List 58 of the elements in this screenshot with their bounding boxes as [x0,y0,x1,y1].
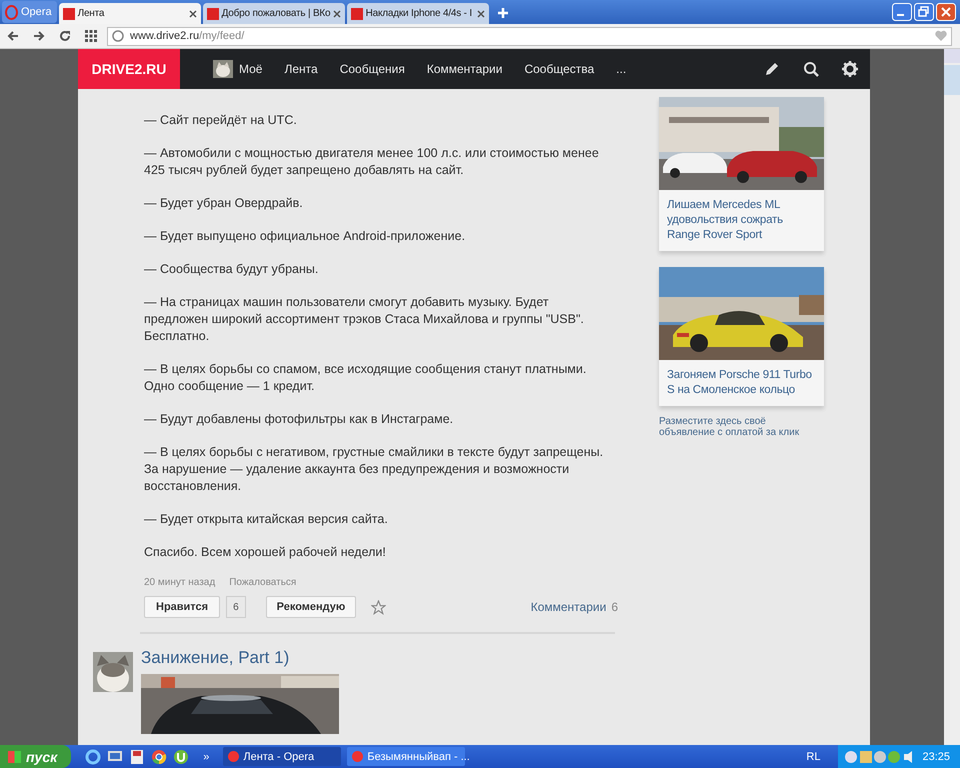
post-paragraph: Спасибо. Всем хорошей рабочей недели! [144,544,387,561]
taskbar-button[interactable]: Лента - Opera [223,747,342,766]
comments-link[interactable]: Комментарии [530,600,606,614]
post-time: 20 минут назад [144,577,216,588]
post-paragraph: — Автомобили с мощностью двигателя менее 100 л.с. или стоимостью менее 425 тысяч рублей будет запрещено добавлять на сайт. [144,145,600,179]
close-tab-icon[interactable] [476,10,485,18]
site-logo[interactable]: DRIVE2.RU [78,49,180,89]
torrent-icon[interactable] [173,748,190,764]
ad-card[interactable]: Загоняем Porsche 911 Turbo S на Смоленское кольцо [659,267,824,406]
like-button[interactable]: Нравится [144,596,220,618]
ad-caption: Лишаем Mercedes ML удовольствия сожрать Range Rover Sport [666,198,784,243]
forward-icon[interactable] [33,30,45,42]
back-icon[interactable] [7,30,19,42]
speed-dial-icon[interactable] [85,30,97,42]
start-button[interactable]: пуск [0,745,72,768]
star-icon[interactable] [371,600,386,614]
post-paragraph: — Сайт перейдёт на UTC. [144,112,298,129]
browser-tab[interactable]: Добро пожаловать | ВКо [202,3,345,24]
clock: 23:25 [922,750,950,762]
restore-icon[interactable] [914,3,934,21]
browser-tab[interactable]: Лента [58,3,201,24]
new-tab-icon[interactable] [496,7,509,19]
nav-link[interactable]: ... [616,62,626,76]
browser-tab[interactable]: Накладки Iphone 4/4s - I [346,3,489,24]
nav-link[interactable]: Лента [284,62,318,76]
post-paragraph: — Будет выпущено официальное Android-приложение. [144,228,466,245]
address-field[interactable]: www.drive2.ru/my/feed/ [107,26,952,46]
close-icon[interactable] [936,3,956,21]
post-paragraph: — Будут добавлены фотофильтры как в Инстаграме. [144,411,454,428]
close-tab-icon[interactable] [333,10,342,18]
nav-link[interactable]: Сообщества [524,62,594,76]
browser-icon[interactable] [85,748,102,764]
recommend-button[interactable]: Рекомендую [266,596,356,618]
pencil-icon[interactable] [764,61,780,77]
promo-link[interactable]: Разместите здесь своё объявление с оплатой за клик [659,416,824,438]
post-paragraph: — В целях борьбы с негативом, грустные смайлики в тексте будут запрещены. За нарушение — удаление аккаунта без предупреждения и возможности восстановления. [144,444,604,495]
like-count: 6 [226,596,246,618]
search-icon[interactable] [803,61,819,77]
post-paragraph: — Сообщества будут убраны. [144,261,320,278]
nav-link[interactable]: Моё [239,62,262,76]
minimize-icon[interactable] [892,3,912,21]
nav-link[interactable]: Сообщения [340,62,405,76]
close-tab-icon[interactable] [188,10,197,18]
post-title-link[interactable]: Занижение, Part 1) [141,648,339,668]
post-paragraph: — Будет убран Овердрайв. [144,195,304,212]
chrome-icon[interactable] [151,748,168,764]
ad-caption: Загоняем Porsche 911 Turbo S на Смоленское кольцо [666,368,813,398]
language-indicator[interactable]: RL [806,750,820,762]
show-more-button[interactable]: » [203,750,210,762]
comments-count: 6 [611,600,618,614]
settings-icon[interactable] [842,61,858,77]
post-paragraph: — В целях борьбы со спамом, все исходящие сообщения станут платными. Одно сообщение — 1 кредит. [144,361,588,395]
nav-link[interactable]: Комментарии [426,62,502,76]
reload-icon[interactable] [59,30,71,42]
post-paragraph: — На страницах машин пользователи смогут добавить музыку. Будет предложен широкий ассортимент трэков Стаса Михайлова и группы "USB". Бесплатно. [144,294,585,345]
post-paragraph: — Будет открыта китайская версия сайта. [144,511,389,528]
tray-icons-drawing[interactable] [844,750,914,764]
ad-card[interactable]: Лишаем Mercedes ML удовольствия сожрать Range Rover Sport [659,97,824,251]
